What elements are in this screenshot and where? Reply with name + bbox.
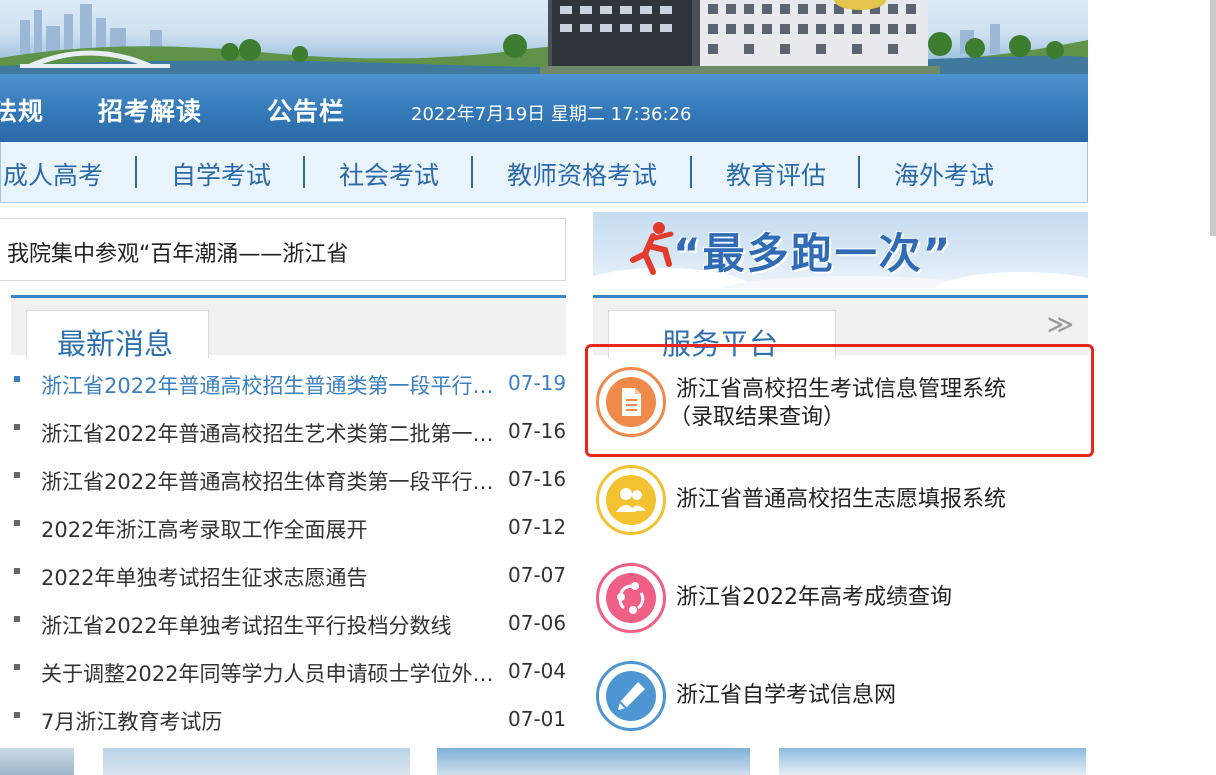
news-date: 07-12: [508, 515, 567, 539]
bullet-icon: [14, 712, 20, 718]
service-label[interactable]: 浙江省自学考试信息网: [676, 682, 896, 710]
subnav-item-self-study-exam[interactable]: 自学考试: [171, 156, 271, 192]
news-title[interactable]: 浙江省2022年单独考试招生平行投档分数线: [41, 610, 496, 640]
thumbnail-image[interactable]: [103, 748, 410, 775]
subnav-separator: [135, 156, 137, 188]
service-icon-ring: [596, 465, 666, 535]
main-nav: 法规 招考解读 公告栏 2022年7月19日 星期二 17:36:26: [0, 74, 1088, 142]
news-title[interactable]: 2022年单独考试招生征求志愿通告: [41, 562, 496, 592]
subnav-item-education-evaluation[interactable]: 教育评估: [726, 156, 826, 192]
datetime-display: 2022年7月19日 星期二 17:36:26: [411, 104, 692, 125]
service-icon-ring: [596, 661, 666, 731]
service-label[interactable]: 浙江省2022年高考成绩查询: [676, 584, 952, 612]
nav-item-regulations[interactable]: 法规: [0, 92, 44, 128]
subnav-item-adult-exam[interactable]: 成人高考: [3, 156, 103, 192]
news-item[interactable]: 7月浙江教育考试历 07-01: [0, 698, 570, 734]
news-item[interactable]: 浙江省2022年单独考试招生平行投档分数线 07-06: [0, 602, 570, 638]
bullet-icon: [14, 520, 20, 526]
sub-nav: 成人高考 自学考试 社会考试 教师资格考试 教育评估 海外考试: [0, 142, 1088, 203]
subnav-item-teacher-qualification[interactable]: 教师资格考试: [507, 156, 657, 192]
thumbnail-image[interactable]: [0, 748, 74, 775]
service-item-score-query[interactable]: 浙江省2022年高考成绩查询: [593, 558, 1088, 638]
news-ticker[interactable]: 我院集中参观“百年潮涌——浙江省: [0, 218, 566, 281]
news-item[interactable]: 浙江省2022年普通高校招生艺术类第二批第一段平行投档分数线 07-16: [0, 410, 570, 446]
service-item-volunteer-application-system[interactable]: 浙江省普通高校招生志愿填报系统: [593, 460, 1088, 540]
bullet-icon: [14, 568, 20, 574]
news-date: 07-16: [508, 467, 567, 491]
subnav-item-social-exam[interactable]: 社会考试: [339, 156, 439, 192]
service-item-self-study-info-net[interactable]: 浙江省自学考试信息网: [593, 656, 1088, 736]
thumbnail-image[interactable]: [437, 748, 750, 775]
news-title[interactable]: 浙江省2022年普通高校招生普通类第一段平行投档分数线: [41, 370, 496, 400]
users-icon: [616, 488, 646, 512]
news-date: 07-04: [508, 659, 567, 683]
subnav-separator: [858, 156, 860, 188]
service-icon-ring: [596, 563, 666, 633]
news-title[interactable]: 7月浙江教育考试历: [41, 706, 496, 736]
bullet-icon: [14, 424, 20, 430]
news-date: 07-16: [508, 419, 567, 443]
pencil-icon: [618, 682, 645, 710]
ticker-text[interactable]: 我院集中参观“百年潮涌——浙江省: [7, 236, 348, 268]
subnav-separator: [303, 156, 305, 188]
highlight-box: [585, 344, 1094, 457]
news-item[interactable]: 关于调整2022年同等学力人员申请硕士学位外国语水平全国统一考试 07-04: [0, 650, 570, 686]
news-date: 07-19: [508, 371, 567, 395]
news-item[interactable]: 2022年单独考试招生征求志愿通告 07-07: [0, 554, 570, 590]
news-date: 07-06: [508, 611, 567, 635]
nav-item-bulletin-board[interactable]: 公告栏: [267, 92, 345, 128]
scrollbar[interactable]: [1210, 0, 1216, 236]
news-item[interactable]: 2022年浙江高考录取工作全面展开 07-12: [0, 506, 570, 542]
news-title[interactable]: 2022年浙江高考录取工作全面展开: [41, 514, 496, 544]
latest-news-header: 最新消息: [11, 295, 566, 361]
share-icon: [617, 582, 645, 614]
zuiduo-paoyici-banner[interactable]: “最多跑一次”: [593, 212, 1088, 288]
subnav-separator: [690, 156, 692, 188]
header-banner: [0, 0, 1088, 74]
promo-slogan: “最多跑一次”: [673, 229, 953, 278]
news-date: 07-07: [508, 563, 567, 587]
news-item[interactable]: 浙江省2022年普通高校招生体育类第一段平行投档分数线 07-16: [0, 458, 570, 494]
news-title[interactable]: 浙江省2022年普通高校招生体育类第一段平行投档分数线: [41, 466, 496, 496]
bullet-icon: [14, 664, 20, 670]
subnav-item-overseas-exam[interactable]: 海外考试: [894, 156, 994, 192]
tab-latest-news[interactable]: 最新消息: [26, 310, 209, 361]
news-title[interactable]: 浙江省2022年普通高校招生艺术类第二批第一段平行投档分数线: [41, 418, 496, 448]
subnav-separator: [471, 156, 473, 188]
news-title[interactable]: 关于调整2022年同等学力人员申请硕士学位外国语水平全国统一考试: [41, 658, 496, 688]
bullet-icon: [14, 616, 20, 622]
service-label[interactable]: 浙江省普通高校招生志愿填报系统: [676, 486, 1006, 514]
more-double-chevron-icon[interactable]: ≫: [1047, 310, 1074, 340]
bullet-icon: [14, 376, 20, 382]
tab-latest-news-label: 最新消息: [57, 327, 174, 361]
bullet-icon: [14, 472, 20, 478]
banner-scenery-illustration: [0, 0, 1088, 74]
thumbnail-image[interactable]: [779, 748, 1086, 775]
news-date: 07-01: [508, 707, 567, 731]
news-item[interactable]: 浙江省2022年普通高校招生普通类第一段平行投档分数线 07-19: [0, 362, 570, 398]
nav-item-admission-interpretation[interactable]: 招考解读: [98, 92, 202, 128]
